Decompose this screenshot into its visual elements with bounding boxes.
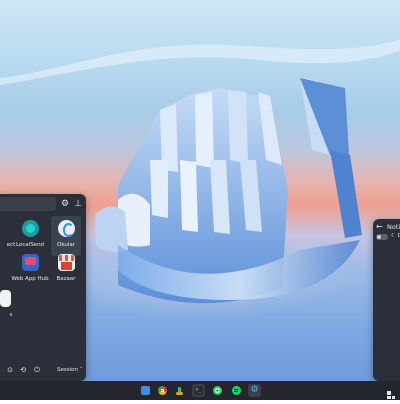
gear-icon[interactable]: ⚙	[58, 197, 72, 211]
spotify-icon	[232, 386, 241, 395]
taskbar-sound[interactable]	[173, 384, 186, 397]
power-icon[interactable]: ⏻	[32, 365, 42, 375]
taskbar: >_ ⚙	[0, 381, 400, 400]
app-tile[interactable]: s	[0, 286, 26, 326]
localsend-icon	[22, 220, 39, 237]
session-button[interactable]: Session ˅	[57, 367, 83, 373]
back-arrow-icon[interactable]: ←	[376, 222, 383, 231]
web-app-hub-icon	[22, 254, 39, 271]
app-tile-bazaar[interactable]: Bazaar	[51, 250, 81, 290]
notifications-title: Noti	[387, 223, 400, 231]
app-icon	[0, 290, 11, 307]
do-not-disturb-label: ☾ D	[391, 233, 400, 239]
taskbar-chrome[interactable]	[156, 384, 169, 397]
show-desktop-icon[interactable]	[386, 385, 396, 399]
launcher-search-input[interactable]	[0, 197, 56, 211]
app-launcher: ⚙ ⊥ ect LocalSend Okular Web App Hub Baz…	[0, 194, 86, 381]
bazaar-icon	[58, 254, 75, 271]
taskbar-settings[interactable]: ⚙	[248, 384, 261, 397]
taskbar-whatsapp[interactable]	[211, 384, 224, 397]
restart-icon[interactable]: ⟲	[18, 365, 28, 375]
session-label: Session	[57, 367, 78, 373]
settings-icon: ⚙	[250, 385, 259, 395]
app-label: s	[9, 312, 13, 318]
sound-icon	[175, 386, 184, 395]
whatsapp-icon	[213, 386, 222, 395]
lock-icon[interactable]: ⊙	[5, 365, 15, 375]
app-label: Bazaar	[56, 276, 76, 282]
taskbar-file-manager[interactable]	[139, 384, 152, 397]
app-label: Okular	[57, 242, 75, 248]
chevron-down-icon: ˅	[79, 367, 83, 373]
moon-icon: ☾	[391, 233, 396, 239]
app-tile-web-app-hub[interactable]: Web App Hub	[11, 250, 49, 290]
chrome-icon	[158, 386, 167, 395]
terminal-icon: >_	[194, 386, 203, 395]
do-not-disturb-toggle[interactable]	[376, 234, 388, 240]
launcher-footer: ⊙ ⟲ ⏻ Session ˅	[0, 361, 86, 381]
file-manager-icon	[141, 386, 150, 395]
taskbar-spotify[interactable]	[230, 384, 243, 397]
taskbar-terminal[interactable]: >_	[192, 384, 205, 397]
notifications-panel: ← Noti ☾ D	[373, 219, 400, 381]
okular-icon	[58, 220, 75, 237]
pin-icon[interactable]: ⊥	[71, 197, 85, 211]
